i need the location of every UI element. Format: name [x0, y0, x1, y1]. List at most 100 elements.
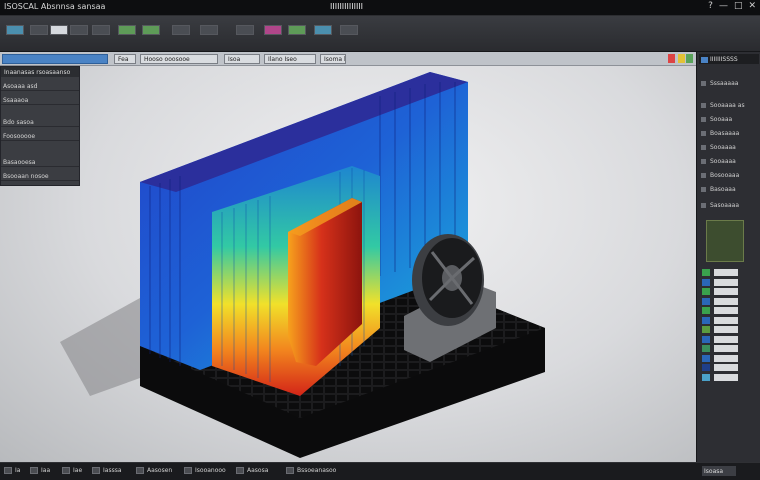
legend-entry [700, 363, 740, 372]
toolbar-button[interactable] [314, 25, 332, 35]
property-row[interactable]: Bsooaan nosoe [1, 173, 81, 183]
app-title: ISOSCAL Absnnsa sansaa [4, 2, 106, 11]
legend-swatch [702, 278, 710, 286]
status-item[interactable]: Iaa [30, 467, 50, 474]
close-button[interactable]: ✕ [748, 1, 756, 11]
node-icon [701, 81, 706, 86]
status-item[interactable]: Iae [62, 467, 82, 474]
node-icon [701, 131, 706, 136]
legend-swatch [702, 335, 710, 343]
title-bar: ISOSCAL Absnnsa sansaa IIIIIIIIIIIIII ? … [0, 0, 760, 16]
panel-title: Inaanasas rsoasaanso [1, 67, 79, 77]
tree-header: IIIIIIISSSS [699, 54, 759, 64]
window-controls: ? — □ ✕ [708, 1, 756, 11]
tree-item[interactable]: Boasaaaa [701, 130, 759, 139]
legend-swatch [702, 269, 710, 276]
tree-icon [701, 56, 708, 63]
legend-entry [700, 373, 740, 382]
toolbar-button[interactable] [142, 25, 160, 35]
status-bar: Ia Iaa Iae Iasssa Aasosen Isooanooo Aaso… [0, 462, 760, 480]
legend-label [714, 288, 738, 295]
tree-item[interactable]: Sasoaaaa [701, 202, 759, 211]
tree-item[interactable]: Sooaaa [701, 116, 759, 125]
tab-close-icon[interactable] [668, 54, 675, 63]
property-row[interactable]: Asoaaa asd [1, 83, 81, 93]
tab[interactable]: Isoma lana [320, 54, 346, 64]
tab-active[interactable] [2, 54, 108, 64]
legend-label [714, 307, 738, 314]
legend-entry [700, 287, 740, 296]
toolbar-button[interactable] [172, 25, 190, 35]
legend-entry [700, 335, 740, 344]
tree-item[interactable]: Sooaaaa as [701, 102, 759, 111]
legend-entry [700, 316, 740, 325]
node-icon [701, 173, 706, 178]
legend-entry [700, 306, 740, 315]
tree-item[interactable]: Sssaaaaa [701, 80, 759, 89]
tab-pin-icon[interactable] [678, 54, 685, 63]
toolbar-button[interactable] [236, 25, 254, 35]
legend-swatch [702, 297, 710, 305]
legend-label [714, 316, 738, 324]
legend-swatch [702, 326, 710, 333]
properties-panel: Inaanasas rsoasaanso Asoaaa asd Ssaaaoa … [0, 66, 80, 186]
toolbar-button[interactable] [118, 25, 136, 35]
toolbar-button[interactable] [200, 25, 218, 35]
legend-label [714, 326, 738, 333]
status-item[interactable]: Iasssa [92, 467, 122, 474]
status-item[interactable]: Isooanooo [184, 467, 226, 474]
status-item[interactable]: Ia [4, 467, 20, 474]
toolbar-button[interactable] [30, 25, 48, 35]
legend-label [714, 373, 738, 381]
legend-swatch [702, 345, 710, 352]
status-item[interactable]: Aasosen [136, 467, 172, 474]
property-row[interactable]: Basaooesa [1, 159, 81, 169]
property-row[interactable]: Bdo sasoa [1, 119, 81, 129]
toolbar-button[interactable] [6, 25, 24, 35]
legend-swatch [702, 307, 710, 314]
tree-item[interactable]: Sooaaaa [701, 158, 759, 167]
color-legend [700, 268, 740, 384]
tree-item[interactable]: Basoaaa [701, 186, 759, 195]
toolbar-button[interactable] [264, 25, 282, 35]
legend-entry [700, 344, 740, 353]
tab[interactable]: Ilano Iseo [264, 54, 316, 64]
legend-label [714, 354, 738, 362]
legend-swatch [702, 364, 710, 371]
toolbar-button[interactable] [288, 25, 306, 35]
legend-entry [700, 325, 740, 334]
legend-entry [700, 268, 740, 277]
tab[interactable]: Fea [114, 54, 136, 64]
node-icon [701, 203, 706, 208]
legend-swatch [702, 316, 710, 324]
toolbar-button[interactable] [92, 25, 110, 35]
status-right-label: Isoasa [702, 466, 736, 476]
status-item[interactable]: Bssoeanasoo [286, 467, 336, 474]
tab-menu-icon[interactable] [686, 54, 693, 63]
tree-item[interactable]: Bosooaaa [701, 172, 759, 181]
toolbar-button[interactable] [50, 25, 68, 35]
document-title: IIIIIIIIIIIIII [330, 2, 364, 11]
status-item[interactable]: Aasosa [236, 467, 268, 474]
legend-entry [700, 354, 740, 363]
legend-entry [700, 297, 740, 306]
toolbar-button[interactable] [70, 25, 88, 35]
legend-label [714, 278, 738, 286]
legend-header [706, 220, 744, 262]
minimize-button[interactable]: — [719, 1, 728, 11]
legend-label [714, 364, 738, 371]
legend-label [714, 335, 738, 343]
help-icon[interactable]: ? [708, 1, 713, 11]
property-row[interactable]: Ssaaaoa [1, 97, 81, 107]
tab[interactable]: Isoa [224, 54, 260, 64]
node-icon [701, 117, 706, 122]
3d-viewport[interactable] [0, 66, 696, 462]
legend-swatch [702, 288, 710, 295]
node-icon [701, 103, 706, 108]
ribbon-toolbar [0, 16, 760, 52]
property-row[interactable]: Foosooooe [1, 133, 81, 143]
toolbar-button[interactable] [340, 25, 358, 35]
tree-item[interactable]: Sooaaaa [701, 144, 759, 153]
tab[interactable]: Hooso ooosooe [140, 54, 218, 64]
maximize-button[interactable]: □ [734, 1, 743, 11]
